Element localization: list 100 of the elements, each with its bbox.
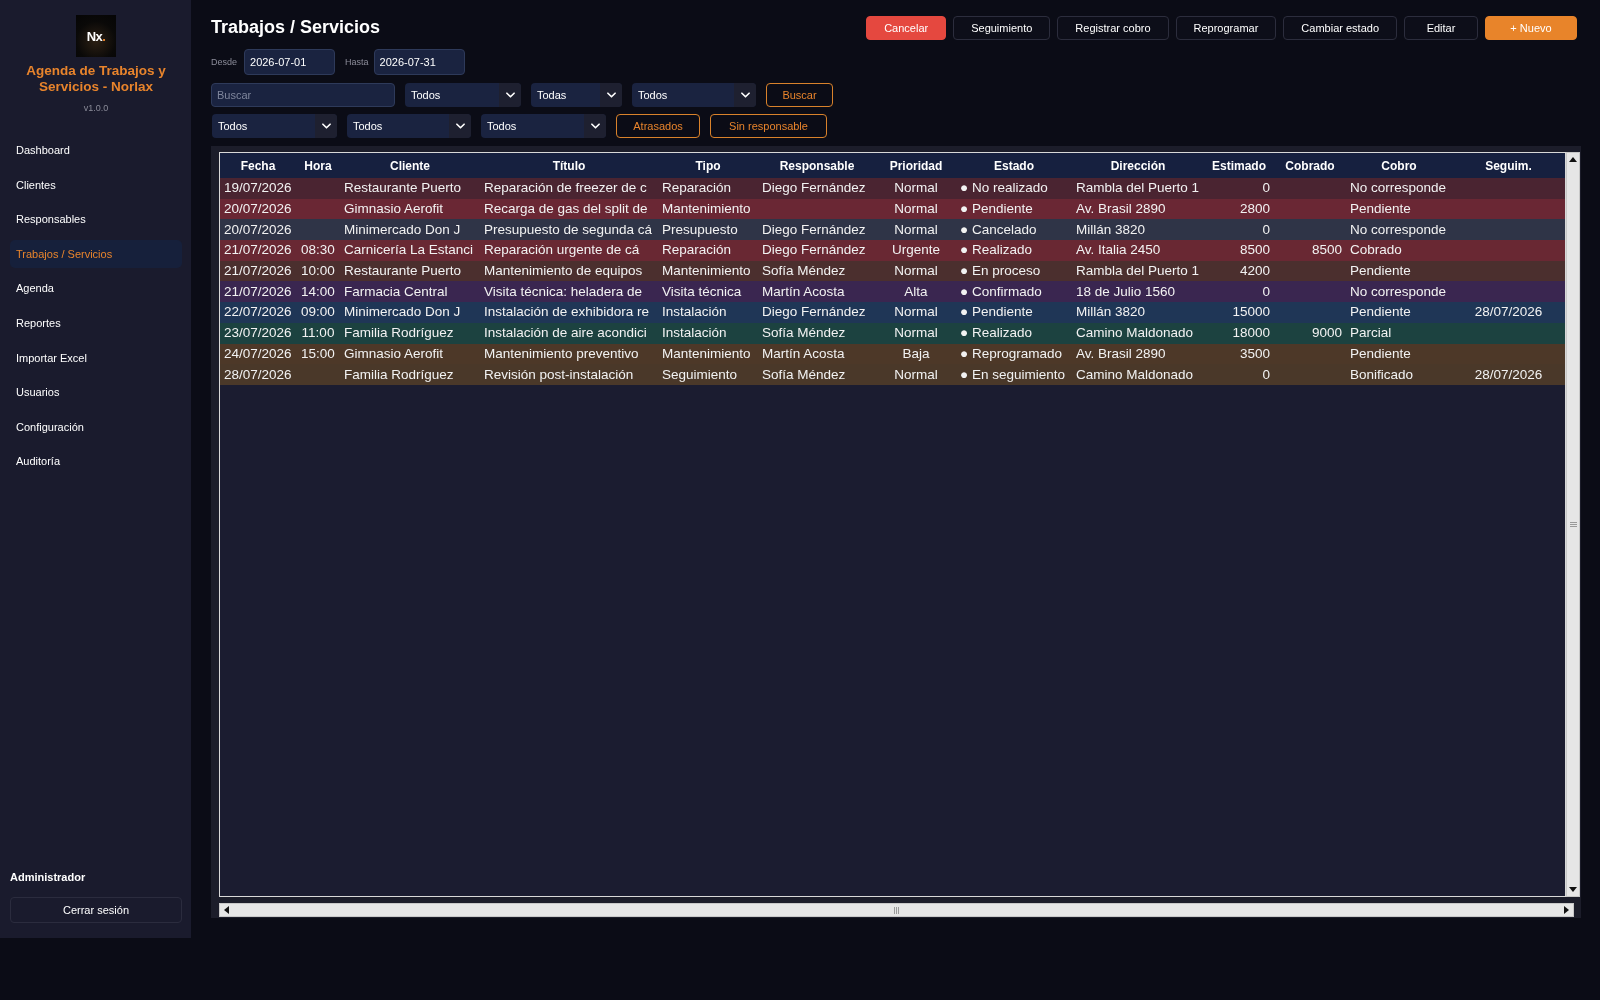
page-title: Trabajos / Servicios bbox=[211, 16, 381, 39]
scroll-up-icon[interactable] bbox=[1569, 157, 1577, 162]
table-row[interactable]: 23/07/2026 11:00 Familia Rodríguez Instalación de aire acondici Instalación Sofía Méndez Normal ● Realizado Camino Maldonado 18000 9000 Parcial bbox=[220, 322, 1565, 344]
chevron-down-icon bbox=[740, 92, 750, 98]
column-header[interactable]: Hora bbox=[296, 158, 340, 173]
table-cell-text: ● Confirmado bbox=[959, 283, 1043, 300]
column-header[interactable]: Cobrado bbox=[1274, 158, 1346, 173]
toolbar-button[interactable]: Cambiar estado bbox=[1283, 15, 1397, 40]
nav-item[interactable]: Reportes bbox=[10, 308, 182, 337]
table-cell-text: ● En proceso bbox=[959, 263, 1042, 280]
table-cell-text: Martín Acosta bbox=[761, 345, 846, 362]
column-header[interactable]: Responsable bbox=[758, 158, 876, 173]
chevron-down-icon bbox=[321, 123, 331, 129]
table-cell-text: Visita técnica bbox=[661, 283, 743, 300]
table-row[interactable]: 28/07/2026 Familia Rodríguez Revisión post-instalación Seguimiento Sofía Méndez Normal ● En seguimiento Camino Maldonado 0 Bonificado 28/07/2026 bbox=[220, 364, 1565, 385]
table-cell-text: ● En seguimiento bbox=[959, 366, 1066, 383]
table-cell-text: Martín Acosta bbox=[761, 283, 846, 300]
filter-button[interactable]: Atrasados bbox=[616, 114, 700, 138]
table-row[interactable]: 24/07/2026 15:00 Gimnasio Aerofit Mantenimiento preventivo Mantenimiento Martín Acosta Baja ● Reprogramado Av. Brasil 2890 3500 Pendiente bbox=[220, 343, 1565, 365]
toolbar-button[interactable]: Cancelar bbox=[866, 15, 947, 40]
table-cell-text: Mantenimiento de equipos bbox=[483, 263, 644, 280]
column-header[interactable]: Título bbox=[480, 158, 658, 173]
nav-item[interactable]: Dashboard bbox=[10, 136, 182, 164]
nav-item[interactable]: Agenda bbox=[10, 274, 182, 303]
table-cell-text: Pendiente bbox=[1349, 345, 1412, 362]
table-cell-text: ● Cancelado bbox=[959, 221, 1038, 238]
dropdown[interactable]: Todos bbox=[405, 83, 521, 107]
chevron-down-icon bbox=[455, 123, 465, 129]
table-row[interactable]: 21/07/2026 08:30 Carnicería La Estanci Reparación urgente de cá Reparación Diego Fernández Urgente ● Realizado Av. Italia 2450 8500 8500 Cobrado bbox=[220, 240, 1565, 261]
table-cell-text: Normal bbox=[893, 180, 939, 197]
table-row[interactable]: 21/07/2026 14:00 Farmacia Central Visita técnica: heladera de Visita técnica Martín Acosta Alta ● Confirmado 18 de Julio 1560 0 No corresponde bbox=[220, 281, 1565, 303]
table-cell-text: ● Pendiente bbox=[959, 201, 1034, 218]
table-cell-text: 23/07/2026 bbox=[223, 325, 293, 342]
table-cell-text: Av. Brasil 2890 bbox=[1075, 345, 1167, 362]
version-label: v1.0.0 bbox=[82, 103, 110, 113]
table-cell-text: Rambla del Puerto 1 bbox=[1075, 180, 1201, 197]
column-header[interactable]: Dirección bbox=[1072, 158, 1204, 173]
table-cell-text: Normal bbox=[893, 304, 939, 321]
column-header[interactable]: Fecha bbox=[220, 158, 296, 173]
table-row[interactable]: 22/07/2026 09:00 Minimercado Don J Instalación de exhibidora re Instalación Diego Fernández Normal ● Pendiente Millán 3820 15000 Pendiente 28/07/2026 bbox=[220, 302, 1565, 323]
dropdown[interactable]: Todos bbox=[481, 114, 606, 138]
horizontal-scrollbar[interactable] bbox=[219, 903, 1574, 917]
table-cell-text: ● Realizado bbox=[959, 242, 1033, 259]
table-cell-text: Millán 3820 bbox=[1075, 304, 1147, 321]
table-cell-text: Normal bbox=[893, 221, 939, 238]
table-cell-text: 21/07/2026 bbox=[223, 283, 293, 300]
column-header[interactable]: Estado bbox=[956, 158, 1072, 173]
logout-button[interactable]: Cerrar sesión bbox=[10, 897, 182, 923]
table-cell-text: Sofía Méndez bbox=[761, 325, 847, 342]
column-header[interactable]: Cliente bbox=[340, 158, 480, 173]
date-field[interactable]: 2026-07-01 bbox=[244, 49, 335, 75]
table-cell-text: Reparación bbox=[661, 180, 733, 197]
column-header[interactable]: Seguim. bbox=[1452, 158, 1565, 173]
column-header[interactable]: Cobro bbox=[1346, 158, 1452, 173]
table-row[interactable]: 21/07/2026 10:00 Restaurante Puerto Mantenimiento de equipos Mantenimiento Sofía Méndez Normal ● En proceso Rambla del Puerto 1 4200 Pendiente bbox=[220, 260, 1565, 282]
dropdown[interactable]: Todos bbox=[347, 114, 471, 138]
table-cell-text: 20/07/2026 bbox=[223, 221, 293, 238]
toolbar-button[interactable]: Editar bbox=[1404, 15, 1478, 40]
chevron-down-icon bbox=[505, 92, 515, 98]
column-header[interactable]: Estimado bbox=[1204, 158, 1274, 173]
search-button[interactable]: Buscar bbox=[766, 83, 833, 107]
table-cell-text: Sofía Méndez bbox=[761, 366, 847, 383]
toolbar-button[interactable]: Registrar cobro bbox=[1057, 15, 1169, 40]
dropdown[interactable]: Todas bbox=[531, 83, 622, 107]
scroll-left-icon[interactable] bbox=[224, 906, 229, 914]
table-cell-text: Farmacia Central bbox=[343, 283, 449, 300]
table-cell-text: Normal bbox=[893, 325, 939, 342]
toolbar-button[interactable]: Seguimiento bbox=[953, 15, 1051, 40]
toolbar-button[interactable]: Reprogramar bbox=[1175, 15, 1277, 40]
filter-button[interactable]: Sin responsable bbox=[710, 114, 827, 138]
search-field[interactable]: Buscar bbox=[211, 83, 395, 107]
nav-item[interactable]: Responsables bbox=[10, 205, 182, 234]
nav-item[interactable]: Auditoría bbox=[10, 447, 182, 476]
nav-item[interactable]: Importar Excel bbox=[10, 343, 182, 372]
table-cell-text: Restaurante Puerto bbox=[343, 180, 463, 197]
user-name: Administrador bbox=[10, 870, 87, 884]
column-header[interactable]: Tipo bbox=[658, 158, 758, 173]
table-row[interactable]: 20/07/2026 Gimnasio Aerofit Recarga de gas del split de Mantenimiento Normal ● Pendiente Av. Brasil 2890 2800 Pendiente bbox=[220, 198, 1565, 220]
scroll-down-icon[interactable] bbox=[1569, 887, 1577, 892]
table-row[interactable]: 20/07/2026 Minimercado Don J Presupuesto de segunda cá Presupuesto Diego Fernández Normal ● Cancelado Millán 3820 0 No corresponde bbox=[220, 219, 1565, 241]
table-cell-text: Carnicería La Estanci bbox=[343, 242, 475, 259]
scroll-right-icon[interactable] bbox=[1564, 906, 1569, 914]
table-cell-text: 08:30 bbox=[300, 242, 336, 259]
table-cell-text: Normal bbox=[893, 366, 939, 383]
table-cell-text: Presupuesto bbox=[661, 221, 739, 238]
column-header[interactable]: Prioridad bbox=[876, 158, 956, 173]
vertical-scrollbar[interactable] bbox=[1566, 152, 1580, 897]
dropdown[interactable]: Todos bbox=[632, 83, 756, 107]
nav-item[interactable]: Configuración bbox=[10, 412, 182, 441]
dropdown[interactable]: Todos bbox=[212, 114, 337, 138]
date-field[interactable]: 2026-07-31 bbox=[373, 49, 465, 75]
table-cell-text: Instalación bbox=[661, 304, 728, 321]
table-row[interactable]: 19/07/2026 Restaurante Puerto Reparación de freezer de c Reparación Diego Fernández Normal ● No realizado Rambla del Puerto 1 0 No corresponde bbox=[220, 178, 1565, 199]
field-label: Hasta bbox=[345, 57, 369, 67]
nav-item[interactable]: Trabajos / Servicios bbox=[10, 239, 182, 268]
nav-item[interactable]: Usuarios bbox=[10, 378, 182, 407]
table-cell-text: Seguimiento bbox=[661, 366, 739, 383]
nav-item[interactable]: Clientes bbox=[10, 170, 182, 199]
table-cell-text: 0 bbox=[1261, 366, 1271, 383]
table-cell-text: 21/07/2026 bbox=[223, 242, 293, 259]
